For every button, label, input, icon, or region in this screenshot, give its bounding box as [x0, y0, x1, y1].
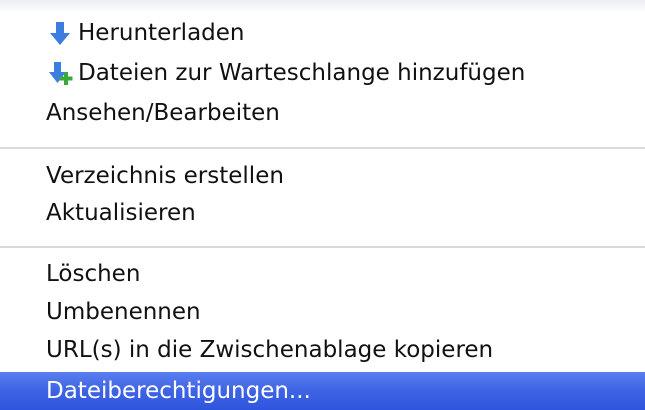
menu-item-label: Umbenennen [46, 298, 201, 325]
menu-item-add-to-queue[interactable]: Dateien zur Warteschlange hinzufügen [0, 53, 645, 93]
menu-item-label: Dateiberechtigungen... [46, 377, 311, 404]
add-to-queue-icon [46, 59, 74, 87]
menu-item-create-directory[interactable]: Verzeichnis erstellen [0, 156, 645, 196]
download-arrow-icon [46, 19, 74, 47]
context-menu: Herunterladen Dateien zur Warteschlange … [0, 0, 645, 410]
menu-item-delete[interactable]: Löschen [0, 254, 645, 294]
menu-separator [0, 147, 645, 149]
menu-item-refresh[interactable]: Aktualisieren [0, 193, 645, 233]
menu-item-rename[interactable]: Umbenennen [0, 292, 645, 332]
menu-item-label: URL(s) in die Zwischenablage kopieren [46, 336, 494, 363]
menu-item-label: Löschen [46, 260, 141, 287]
menu-item-label: Aktualisieren [46, 199, 196, 226]
menu-item-label: Dateien zur Warteschlange hinzufügen [78, 59, 526, 86]
menu-item-download[interactable]: Herunterladen [0, 13, 645, 53]
menu-item-label: Verzeichnis erstellen [46, 162, 284, 189]
menu-item-view-edit[interactable]: Ansehen/Bearbeiten [0, 93, 645, 133]
menu-item-label: Ansehen/Bearbeiten [46, 99, 280, 126]
menu-item-file-permissions[interactable]: Dateiberechtigungen... [0, 372, 645, 410]
menu-top-shade [0, 0, 645, 14]
menu-item-label: Herunterladen [78, 19, 245, 46]
menu-separator [0, 246, 645, 248]
menu-item-copy-url[interactable]: URL(s) in die Zwischenablage kopieren [0, 330, 645, 370]
